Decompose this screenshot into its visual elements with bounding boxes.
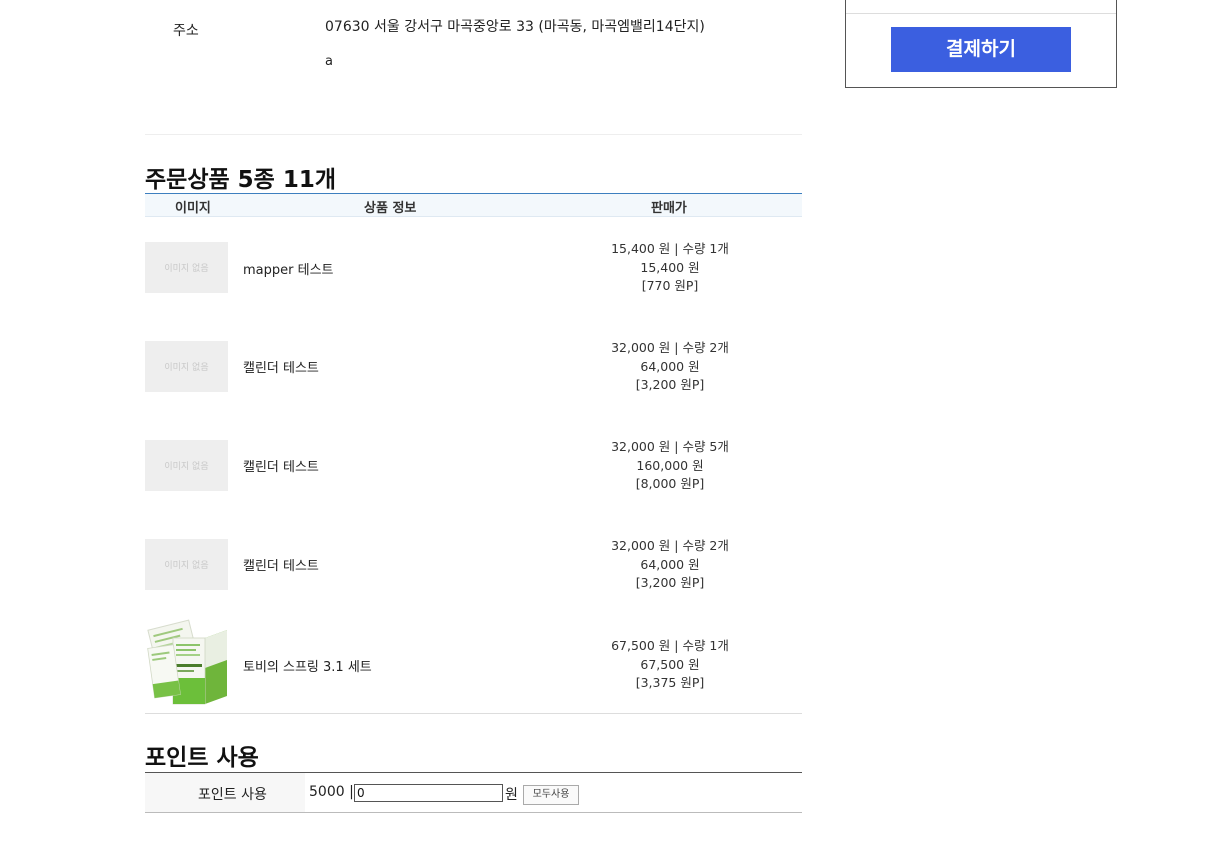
earned-points: [770 원P] [641,278,699,293]
column-price: 판매가 [651,201,687,216]
line-total: 160,000 원 [636,457,704,473]
line-total: 15,400 원 [640,259,700,275]
unit-price-quantity: 67,500 원 | 수량 1개 [611,638,729,653]
address-label: 주소 [173,23,199,39]
earned-points: [3,200 원P] [635,575,705,590]
order-table-header: 이미지 상품 정보 판매가 [145,193,802,217]
unit-price-quantity: 32,000 원 | 수량 2개 [611,538,729,553]
line-total: 67,500 원 [640,656,700,672]
unit-price-quantity: 15,400 원 | 수량 1개 [611,241,729,256]
unit-price-quantity: 32,000 원 | 수량 2개 [611,340,729,355]
available-points: 5000 | [309,784,354,800]
product-name[interactable]: 캘린더 테스트 [243,357,319,376]
product-price-block: 15,400 원 | 수량 1개 15,400 원 [770 원P] [570,240,770,296]
address-divider [145,134,802,135]
product-image-book-set[interactable] [147,616,229,706]
points-unit: 원 [505,787,518,803]
order-item-row: 이미지 없음 캘린더 테스트 32,000 원 | 수량 2개 64,000 원… [145,340,802,400]
product-thumbnail-placeholder: 이미지 없음 [145,341,228,392]
line-total: 64,000 원 [640,358,700,374]
address-detail: a [325,54,333,69]
points-row: 포인트 사용 5000 | 원 모두사용 [145,772,802,813]
product-name[interactable]: 캘린더 테스트 [243,456,319,475]
line-total: 64,000 원 [640,556,700,572]
product-thumbnail-placeholder: 이미지 없음 [145,440,228,491]
points-label: 포인트 사용 [198,787,267,803]
product-thumbnail-placeholder: 이미지 없음 [145,539,228,590]
product-price-block: 32,000 원 | 수량 2개 64,000 원 [3,200 원P] [570,537,770,593]
column-product-info: 상품 정보 [364,201,417,216]
product-thumbnail-placeholder: 이미지 없음 [145,242,228,293]
order-section-title: 주문상품 5종 11개 [145,167,336,193]
order-item-row: 토비의 스프링 3.1 세트 67,500 원 | 수량 1개 67,500 원… [145,616,802,711]
product-price-block: 67,500 원 | 수량 1개 67,500 원 [3,375 원P] [570,637,770,693]
product-name[interactable]: mapper 테스트 [243,259,334,278]
column-image: 이미지 [175,201,211,216]
order-item-row: 이미지 없음 캘린더 테스트 32,000 원 | 수량 5개 160,000 … [145,439,802,499]
product-name[interactable]: 토비의 스프링 3.1 세트 [243,656,372,675]
order-table-bottom-border [145,713,802,714]
product-price-block: 32,000 원 | 수량 5개 160,000 원 [8,000 원P] [570,438,770,494]
earned-points: [3,200 원P] [635,377,705,392]
order-item-row: 이미지 없음 mapper 테스트 15,400 원 | 수량 1개 15,40… [145,241,802,301]
unit-price-quantity: 32,000 원 | 수량 5개 [611,439,729,454]
payment-summary-box: 결제하기 [845,0,1117,88]
use-all-points-button[interactable]: 모두사용 [523,785,579,805]
address-line1: 07630 서울 강서구 마곡중앙로 33 (마곡동, 마곡엠밸리14단지) [325,19,705,35]
earned-points: [3,375 원P] [635,675,705,690]
checkout-button[interactable]: 결제하기 [891,27,1071,72]
earned-points: [8,000 원P] [635,476,705,491]
product-price-block: 32,000 원 | 수량 2개 64,000 원 [3,200 원P] [570,339,770,395]
payment-box-divider [846,13,1116,14]
product-name[interactable]: 캘린더 테스트 [243,555,319,574]
points-input[interactable] [354,784,503,802]
order-item-row: 이미지 없음 캘린더 테스트 32,000 원 | 수량 2개 64,000 원… [145,538,802,598]
points-section-title: 포인트 사용 [145,745,259,771]
